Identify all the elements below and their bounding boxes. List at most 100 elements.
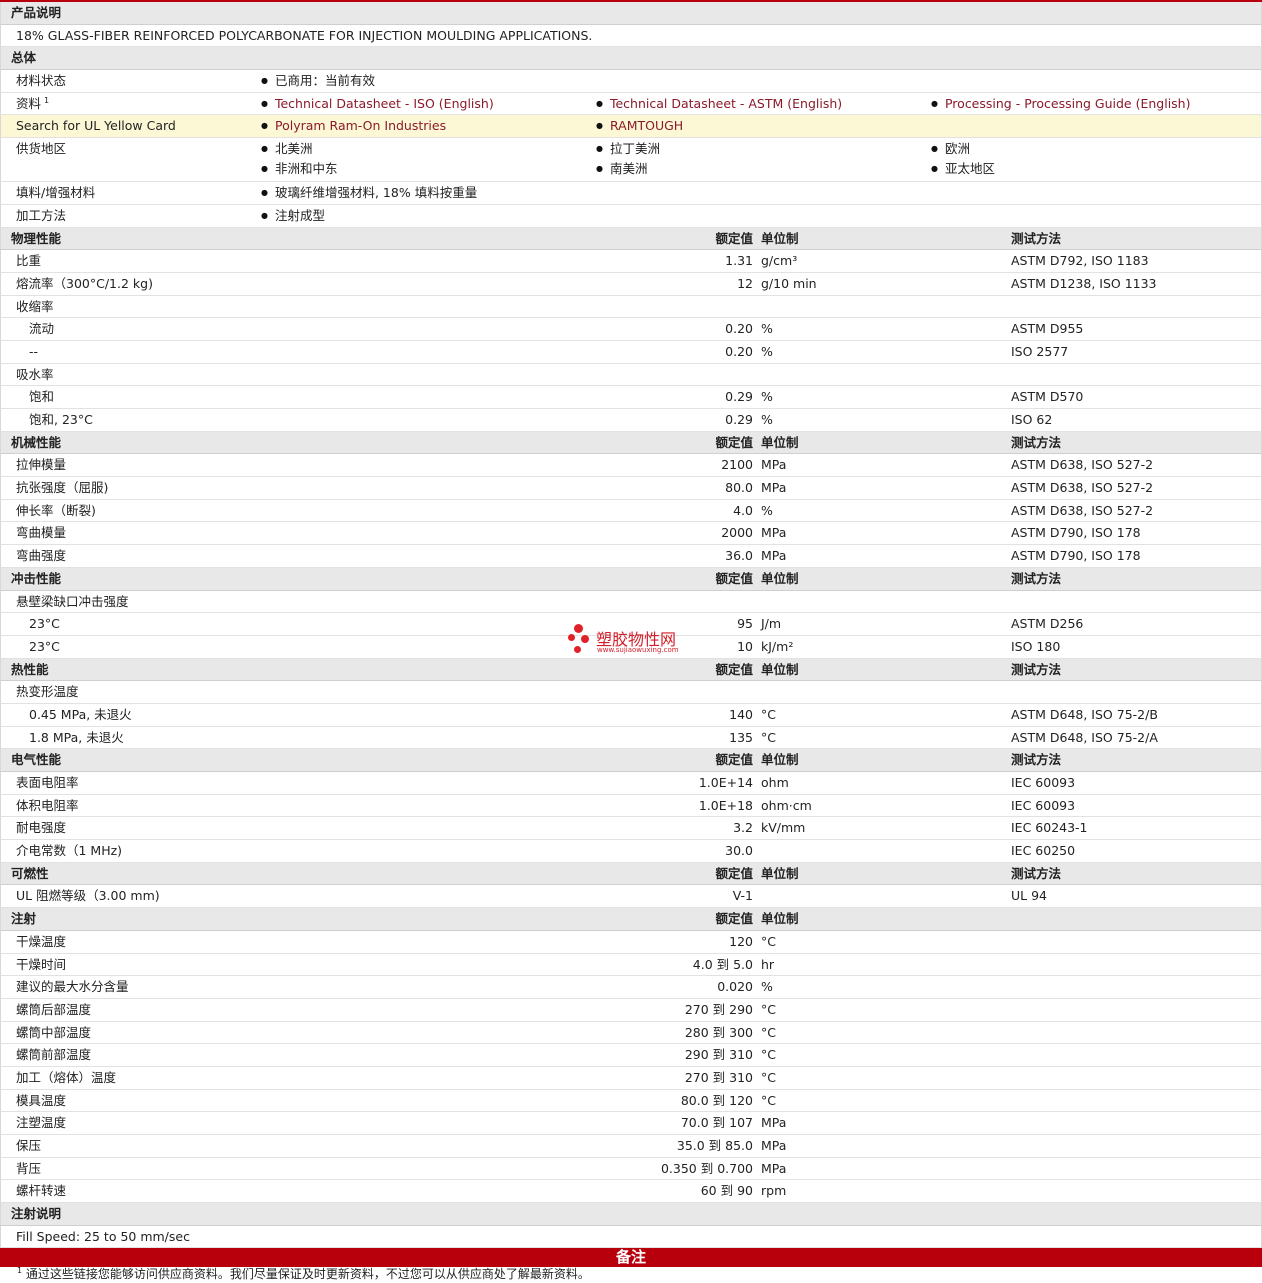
- property-row: 饱和 0.29% ASTM D570: [0, 386, 1262, 409]
- footnote-number: 1: [17, 1266, 23, 1276]
- property-unit: MPa: [761, 480, 787, 496]
- property-unit: °C: [761, 729, 776, 745]
- section-header-physical: 物理性能 额定值 单位制 测试方法: [0, 227, 1262, 251]
- property-unit: rpm: [761, 1183, 787, 1199]
- injection-notes-row: Fill Speed: 25 to 50 mm/sec: [0, 1225, 1262, 1249]
- property-value: 135: [729, 729, 753, 745]
- column-header-unit: 单位制: [761, 434, 799, 450]
- section-title: 机械性能: [11, 434, 62, 450]
- property-label: 模具温度: [16, 1092, 67, 1108]
- property-row: 热变形温度: [0, 681, 1262, 704]
- property-value: 0.29: [725, 389, 753, 405]
- property-unit: °C: [761, 1024, 776, 1040]
- property-unit: MPa: [761, 1160, 787, 1176]
- ul-link-polyram[interactable]: Polyram Ram-On Industries: [261, 115, 446, 138]
- regions-label: 供货地区: [16, 141, 67, 157]
- section-header-injection: 注射 额定值 单位制: [0, 908, 1262, 931]
- property-label: 抗张强度（屈服): [16, 480, 109, 496]
- property-row: 吸水率: [0, 363, 1262, 387]
- column-header-value: 额定值: [715, 661, 753, 677]
- doc-link-processing[interactable]: Processing - Processing Guide (English): [931, 93, 1191, 116]
- property-test-method: ISO 2577: [1011, 343, 1069, 359]
- section-title: 总体: [11, 50, 37, 66]
- property-test-method: ASTM D1238, ISO 1133: [1011, 275, 1157, 291]
- property-label: 收缩率: [16, 298, 54, 314]
- property-value: 80.0 到 120: [680, 1092, 753, 1108]
- column-header-unit: 单位制: [761, 570, 799, 586]
- property-sections: 物理性能 额定值 单位制 测试方法 比重 1.31 g/cm³ ASTM D792, ISO …: [0, 227, 1262, 1204]
- column-header-unit: 单位制: [761, 230, 799, 246]
- doc-link-astm[interactable]: Technical Datasheet - ASTM (English): [596, 93, 842, 116]
- column-header-test: 测试方法: [1011, 865, 1062, 881]
- regions-row: 供货地区 北美洲 拉丁美洲 欧洲 非洲和中东 南美洲 亚太地区: [0, 138, 1262, 183]
- section-header-mechanical: 机械性能 额定值 单位制 测试方法: [0, 431, 1262, 455]
- property-row: -- 0.20% ISO 2577: [0, 340, 1262, 364]
- section-title: 产品说明: [11, 5, 62, 20]
- ul-link-ramtough[interactable]: RAMTOUGH: [596, 115, 683, 138]
- section-title: 注射: [11, 911, 37, 927]
- property-label: 23°C: [29, 638, 60, 654]
- region-item: 非洲和中东: [261, 158, 338, 181]
- property-test-method: ASTM D955: [1011, 321, 1084, 337]
- column-header-value: 额定值: [715, 434, 753, 450]
- region-item: 亚太地区: [931, 158, 995, 181]
- property-unit: °C: [761, 1001, 776, 1017]
- notes-header: 备注: [0, 1248, 1262, 1268]
- property-row: 弯曲模量 2000 MPa ASTM D790, ISO 178: [0, 522, 1262, 546]
- property-label: 热变形温度: [16, 684, 79, 700]
- property-row: 注塑温度 70.0 到 107 MPa: [0, 1112, 1262, 1135]
- property-value: 2100: [721, 457, 753, 473]
- property-value: 2000: [721, 525, 753, 541]
- doc-link-iso[interactable]: Technical Datasheet - ISO (English): [261, 93, 494, 116]
- property-unit: %: [761, 412, 773, 427]
- ul-yellow-card-row: Search for UL Yellow Card Polyram Ram-On…: [0, 115, 1262, 139]
- property-label: 饱和, 23°C: [29, 412, 93, 427]
- property-row: 弯曲强度 36.0 MPa ASTM D790, ISO 178: [0, 545, 1262, 568]
- property-value: 270 到 310: [684, 1069, 753, 1085]
- property-unit: kV/mm: [761, 820, 806, 836]
- property-label: 1.8 MPa, 未退火: [29, 729, 124, 745]
- property-value: 10: [737, 638, 753, 654]
- property-test-method: ASTM D638, ISO 527-2: [1011, 480, 1154, 496]
- logo-dot: [574, 624, 583, 633]
- property-value: 4.0: [733, 502, 753, 518]
- property-label: 建议的最大水分含量: [16, 979, 129, 995]
- section-title: 注射说明: [11, 1206, 62, 1222]
- datasheet: 产品说明 18% GLASS-FIBER REINFORCED POLYCARB…: [0, 0, 1262, 1283]
- property-unit: °C: [761, 933, 776, 949]
- section-title: 热性能: [11, 661, 49, 677]
- property-unit: MPa: [761, 457, 787, 473]
- footnote-text: 通过这些链接您能够访问供应商资料。我们尽量保证及时更新资料，不过您可以从供应商处…: [25, 1267, 590, 1282]
- property-label: 螺筒中部温度: [16, 1024, 92, 1040]
- property-value: 60 到 90: [700, 1183, 753, 1199]
- column-header-test: 测试方法: [1011, 752, 1062, 768]
- property-label: 23°C: [29, 616, 60, 632]
- property-label: 螺筒前部温度: [16, 1047, 92, 1063]
- property-row: 1.8 MPa, 未退火 135 °C ASTM D648, ISO 75-2/A: [0, 726, 1262, 750]
- watermark-url: www.sujiaowuxing.com: [597, 646, 679, 654]
- material-status-label: 材料状态: [16, 73, 67, 89]
- property-value: 0.020: [717, 979, 753, 995]
- property-value: 0.29: [725, 412, 753, 427]
- logo-dot: [568, 634, 575, 641]
- property-value: 35.0 到 85.0: [676, 1138, 753, 1153]
- property-row: 螺筒前部温度 290 到 310 °C: [0, 1044, 1262, 1067]
- property-unit: %: [761, 343, 773, 359]
- processing-method-label: 加工方法: [16, 207, 67, 223]
- property-test-method: IEC 60093: [1011, 797, 1076, 813]
- property-row: 饱和, 23°C 0.29% ISO 62: [0, 409, 1262, 432]
- property-label: 干燥时间: [16, 956, 67, 972]
- documents-label: 资料 1: [16, 95, 50, 111]
- property-unit: J/m: [761, 616, 782, 632]
- section-header-impact: 冲击性能 额定值 单位制 测试方法: [0, 567, 1262, 591]
- column-header-unit: 单位制: [761, 911, 799, 927]
- property-unit: MPa: [761, 1115, 787, 1131]
- property-label: 背压: [16, 1160, 42, 1176]
- section-title: 物理性能: [11, 230, 62, 246]
- property-test-method: ASTM D256: [1011, 616, 1084, 632]
- processing-method-row: 加工方法 注射成型: [0, 204, 1262, 228]
- property-label: 螺杆转速: [16, 1183, 67, 1199]
- property-row: UL 阻燃等级（3.00 mm) V-1 UL 94: [0, 885, 1262, 909]
- property-value: 0.20: [725, 321, 753, 337]
- property-unit: %: [761, 502, 773, 518]
